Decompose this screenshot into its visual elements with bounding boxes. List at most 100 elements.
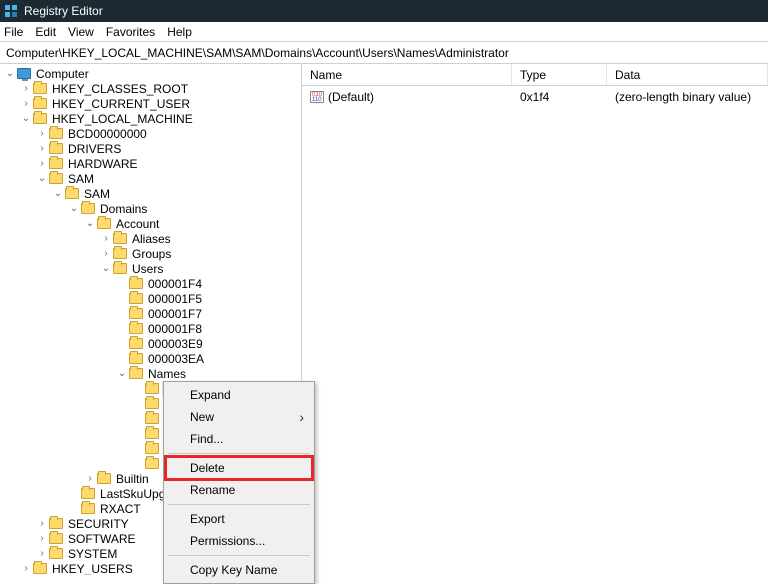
menu-item-delete[interactable]: Delete: [166, 457, 312, 479]
tree-label: 000001F4: [146, 277, 204, 291]
menu-help[interactable]: Help: [167, 25, 192, 39]
tree-label: Computer: [34, 67, 91, 81]
expander-icon[interactable]: ›: [100, 248, 112, 259]
tree-label: HKEY_CLASSES_ROOT: [50, 82, 190, 96]
folder-icon: [80, 487, 96, 501]
folder-icon: [48, 172, 64, 186]
tree-node[interactable]: › DRIVERS: [0, 141, 301, 156]
expander-icon[interactable]: ⌄: [68, 203, 80, 214]
folder-icon: [96, 472, 112, 486]
tree-node[interactable]: ⌄Domains: [0, 201, 301, 216]
menu-item-new[interactable]: New: [166, 406, 312, 428]
menu-separator: [168, 555, 310, 556]
menu-favorites[interactable]: Favorites: [106, 25, 155, 39]
window-title: Registry Editor: [24, 4, 103, 18]
menu-item-label: Delete: [190, 461, 225, 475]
col-data[interactable]: Data: [607, 64, 768, 85]
expander-icon[interactable]: ⌄: [4, 68, 16, 79]
folder-icon: [32, 97, 48, 111]
expander-icon[interactable]: ›: [20, 83, 32, 94]
menu-item-rename[interactable]: Rename: [166, 479, 312, 501]
menu-item-expand[interactable]: Expand: [166, 384, 312, 406]
folder-icon: [128, 277, 144, 291]
computer-icon: [16, 67, 32, 81]
binary-icon: [310, 91, 324, 103]
tree-label: SYSTEM: [66, 547, 119, 561]
expander-icon[interactable]: ⌄: [116, 368, 128, 379]
folder-icon: [80, 202, 96, 216]
menu-item-find[interactable]: Find...: [166, 428, 312, 450]
tree-node[interactable]: › HKEY_CLASSES_ROOT: [0, 81, 301, 96]
expander-icon[interactable]: ⌄: [20, 113, 32, 124]
tree-node[interactable]: ⌄HKEY_LOCAL_MACHINE: [0, 111, 301, 126]
folder-icon: [32, 112, 48, 126]
expander-icon[interactable]: ›: [36, 533, 48, 544]
col-type[interactable]: Type: [512, 64, 607, 85]
expander-icon[interactable]: ⌄: [100, 263, 112, 274]
menu-edit[interactable]: Edit: [35, 25, 56, 39]
folder-icon: [96, 217, 112, 231]
menu-item-export[interactable]: Export: [166, 508, 312, 530]
menu-item-label: Expand: [190, 388, 231, 402]
folder-icon: [112, 247, 128, 261]
tree-label: SOFTWARE: [66, 532, 138, 546]
menu-item-label: Export: [190, 512, 225, 526]
expander-icon[interactable]: ⌄: [84, 218, 96, 229]
folder-icon: [128, 337, 144, 351]
tree-node[interactable]: ⌄Account: [0, 216, 301, 231]
menu-item-copy-key-name[interactable]: Copy Key Name: [166, 559, 312, 581]
tree-node[interactable]: ⌄Users: [0, 261, 301, 276]
folder-icon: [48, 127, 64, 141]
tree-label: SECURITY: [66, 517, 131, 531]
expander-icon[interactable]: ›: [36, 518, 48, 529]
tree-node[interactable]: 000001F7: [0, 306, 301, 321]
address-bar[interactable]: Computer\HKEY_LOCAL_MACHINE\SAM\SAM\Doma…: [0, 42, 768, 64]
tree-node[interactable]: ⌄Names: [0, 366, 301, 381]
list-row[interactable]: (Default) 0x1f4 (zero-length binary valu…: [302, 88, 768, 106]
tree-node[interactable]: ⌄SAM: [0, 186, 301, 201]
folder-icon: [144, 427, 160, 441]
expander-icon[interactable]: ⌄: [52, 188, 64, 199]
menu-view[interactable]: View: [68, 25, 94, 39]
expander-icon[interactable]: ›: [20, 98, 32, 109]
tree-node-root[interactable]: ⌄ Computer: [0, 66, 301, 81]
tree-node[interactable]: 000001F5: [0, 291, 301, 306]
tree-node[interactable]: ›BCD00000000: [0, 126, 301, 141]
expander-icon[interactable]: ›: [36, 158, 48, 169]
expander-icon[interactable]: ›: [100, 233, 112, 244]
tree-node[interactable]: › Aliases: [0, 231, 301, 246]
tree-label: DRIVERS: [66, 142, 123, 156]
app-icon: [4, 4, 18, 18]
tree-label: Aliases: [130, 232, 173, 246]
tree-node[interactable]: 000001F8: [0, 321, 301, 336]
folder-icon: [128, 307, 144, 321]
context-menu: Expand NewFind... Delete Rename Export Permis…: [163, 381, 315, 584]
tree-node[interactable]: ›Groups: [0, 246, 301, 261]
tree-node[interactable]: 000001F4: [0, 276, 301, 291]
tree-node[interactable]: ›HARDWARE: [0, 156, 301, 171]
tree-label: Builtin: [114, 472, 151, 486]
tree-node[interactable]: ›HKEY_CURRENT_USER: [0, 96, 301, 111]
menu-file[interactable]: File: [4, 25, 23, 39]
tree-node[interactable]: ⌄SAM: [0, 171, 301, 186]
expander-icon[interactable]: ›: [36, 143, 48, 154]
expander-icon[interactable]: ›: [36, 128, 48, 139]
expander-icon[interactable]: ›: [20, 563, 32, 574]
list-body: (Default) 0x1f4 (zero-length binary valu…: [302, 86, 768, 575]
folder-icon: [128, 352, 144, 366]
cell-data: (zero-length binary value): [615, 90, 751, 104]
list-header: Name Type Data: [302, 64, 768, 86]
expander-icon[interactable]: ⌄: [36, 173, 48, 184]
menu-item-permissions[interactable]: Permissions...: [166, 530, 312, 552]
tree-label: RXACT: [98, 502, 143, 516]
expander-icon[interactable]: ›: [84, 473, 96, 484]
cell-type: 0x1f4: [520, 90, 549, 104]
col-name[interactable]: Name: [302, 64, 512, 85]
expander-icon[interactable]: ›: [36, 548, 48, 559]
folder-icon: [128, 367, 144, 381]
folder-icon: [144, 397, 160, 411]
menu-bar: File Edit View Favorites Help: [0, 22, 768, 42]
menu-item-label: Rename: [190, 483, 235, 497]
tree-node[interactable]: 000003EA: [0, 351, 301, 366]
tree-node[interactable]: 000003E9: [0, 336, 301, 351]
